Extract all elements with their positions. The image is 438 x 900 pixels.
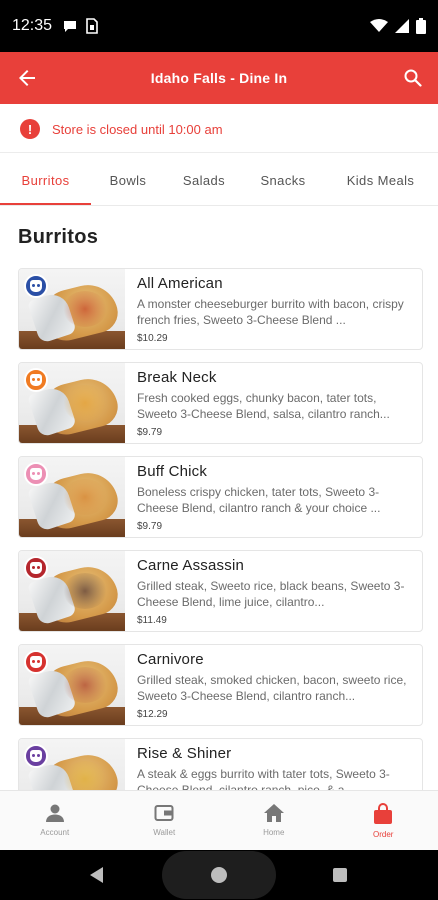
item-price: $9.79 xyxy=(137,521,163,532)
item-image xyxy=(19,363,125,443)
item-name: Buff Chick xyxy=(137,463,208,480)
nav-account[interactable]: Account xyxy=(0,791,110,850)
item-description: A steak & eggs burrito with tater tots, … xyxy=(137,767,390,790)
nav-home-label: Home xyxy=(263,828,285,837)
item-description: A monster cheeseburger burrito with baco… xyxy=(137,297,404,327)
system-navigation-bar xyxy=(0,850,438,900)
nav-account-label: Account xyxy=(40,828,70,837)
item-description: Grilled steak, smoked chicken, bacon, sw… xyxy=(137,673,407,703)
tab-snacks[interactable]: Snacks xyxy=(243,160,323,200)
tabs-divider xyxy=(0,205,438,206)
brand-badge-icon xyxy=(24,462,48,486)
brand-badge-icon xyxy=(24,368,48,392)
wallet-icon xyxy=(154,805,174,821)
item-fill xyxy=(63,573,107,609)
item-fill xyxy=(63,761,107,790)
item-image xyxy=(19,269,125,349)
item-price: $9.79 xyxy=(137,427,163,438)
brand-badge-icon xyxy=(24,274,48,298)
menu-item-rise-and-shiner[interactable]: Rise & Shiner A steak & eggs burrito wit… xyxy=(18,738,423,790)
battery-icon xyxy=(416,18,426,34)
tab-salads[interactable]: Salads xyxy=(165,160,243,200)
menu-item-buff-chick[interactable]: Buff Chick Boneless crispy chicken, tate… xyxy=(18,456,423,538)
item-name: Break Neck xyxy=(137,369,217,386)
tab-kids-meals[interactable]: Kids Meals xyxy=(323,160,438,200)
menu-item-carnivore[interactable]: Carnivore Grilled steak, smoked chicken,… xyxy=(18,644,423,726)
item-name: Carne Assassin xyxy=(137,557,245,574)
store-closed-text: Store is closed until 10:00 am xyxy=(52,121,223,137)
section-title: Burritos xyxy=(18,226,99,248)
item-fill xyxy=(63,385,107,421)
item-image xyxy=(19,739,125,790)
app-header: Idaho Falls - Dine In xyxy=(0,52,438,104)
chat-bubble-icon xyxy=(64,21,77,32)
back-button[interactable] xyxy=(14,65,40,91)
item-image xyxy=(19,551,125,631)
nav-order-label: Order xyxy=(373,830,394,839)
item-description: Fresh cooked eggs, chunky bacon, tater t… xyxy=(137,391,390,421)
menu-item-carne-assassin[interactable]: Carne Assassin Grilled steak, Sweeto ric… xyxy=(18,550,423,632)
store-closed-notice: ! Store is closed until 10:00 am xyxy=(0,117,438,141)
item-description: Boneless crispy chicken, tater tots, Swe… xyxy=(137,485,381,515)
menu-item-break-neck[interactable]: Break Neck Fresh cooked eggs, chunky bac… xyxy=(18,362,423,444)
tab-bowls[interactable]: Bowls xyxy=(91,160,165,200)
item-fill xyxy=(63,291,107,327)
shopping-bag-icon xyxy=(374,803,393,824)
item-price: $11.49 xyxy=(137,615,167,626)
nav-wallet-label: Wallet xyxy=(153,828,176,837)
brand-badge-icon xyxy=(24,556,48,580)
system-recents-icon[interactable] xyxy=(333,868,347,882)
nav-home[interactable]: Home xyxy=(219,791,329,850)
system-back-icon[interactable] xyxy=(88,866,106,884)
status-bar: 12:35 xyxy=(0,0,438,52)
search-icon xyxy=(404,69,422,87)
nav-order[interactable]: Order xyxy=(329,791,438,850)
item-image xyxy=(19,645,125,725)
item-name: Rise & Shiner xyxy=(137,745,232,762)
brand-badge-icon xyxy=(24,650,48,674)
home-icon xyxy=(263,804,284,822)
item-name: All American xyxy=(137,275,223,292)
item-price: $10.29 xyxy=(137,333,168,344)
alert-icon: ! xyxy=(20,119,40,139)
tab-burritos[interactable]: Burritos xyxy=(0,160,91,200)
divider xyxy=(0,152,438,153)
search-button[interactable] xyxy=(402,67,424,89)
brand-badge-icon xyxy=(24,744,48,768)
menu-list: All American A monster cheeseburger burr… xyxy=(18,268,424,790)
item-price: $12.29 xyxy=(137,709,168,720)
page-title: Idaho Falls - Dine In xyxy=(150,70,288,86)
status-time: 12:35 xyxy=(12,17,53,34)
wifi-icon xyxy=(370,19,388,32)
item-name: Carnivore xyxy=(137,651,204,668)
person-icon xyxy=(45,804,64,822)
arrow-left-icon xyxy=(19,70,35,86)
sim-card-icon xyxy=(86,18,98,34)
item-fill xyxy=(63,479,107,515)
bottom-navigation: Account Wallet Home Order xyxy=(0,790,438,850)
category-tabs: Burritos Bowls Salads Snacks Kids Meals xyxy=(0,160,438,206)
cellular-signal-icon xyxy=(395,19,409,33)
nav-wallet[interactable]: Wallet xyxy=(110,791,220,850)
item-fill xyxy=(63,667,107,703)
system-home-icon[interactable] xyxy=(211,867,227,883)
item-image xyxy=(19,457,125,537)
menu-item-all-american[interactable]: All American A monster cheeseburger burr… xyxy=(18,268,423,350)
item-description: Grilled steak, Sweeto rice, black beans,… xyxy=(137,579,405,609)
